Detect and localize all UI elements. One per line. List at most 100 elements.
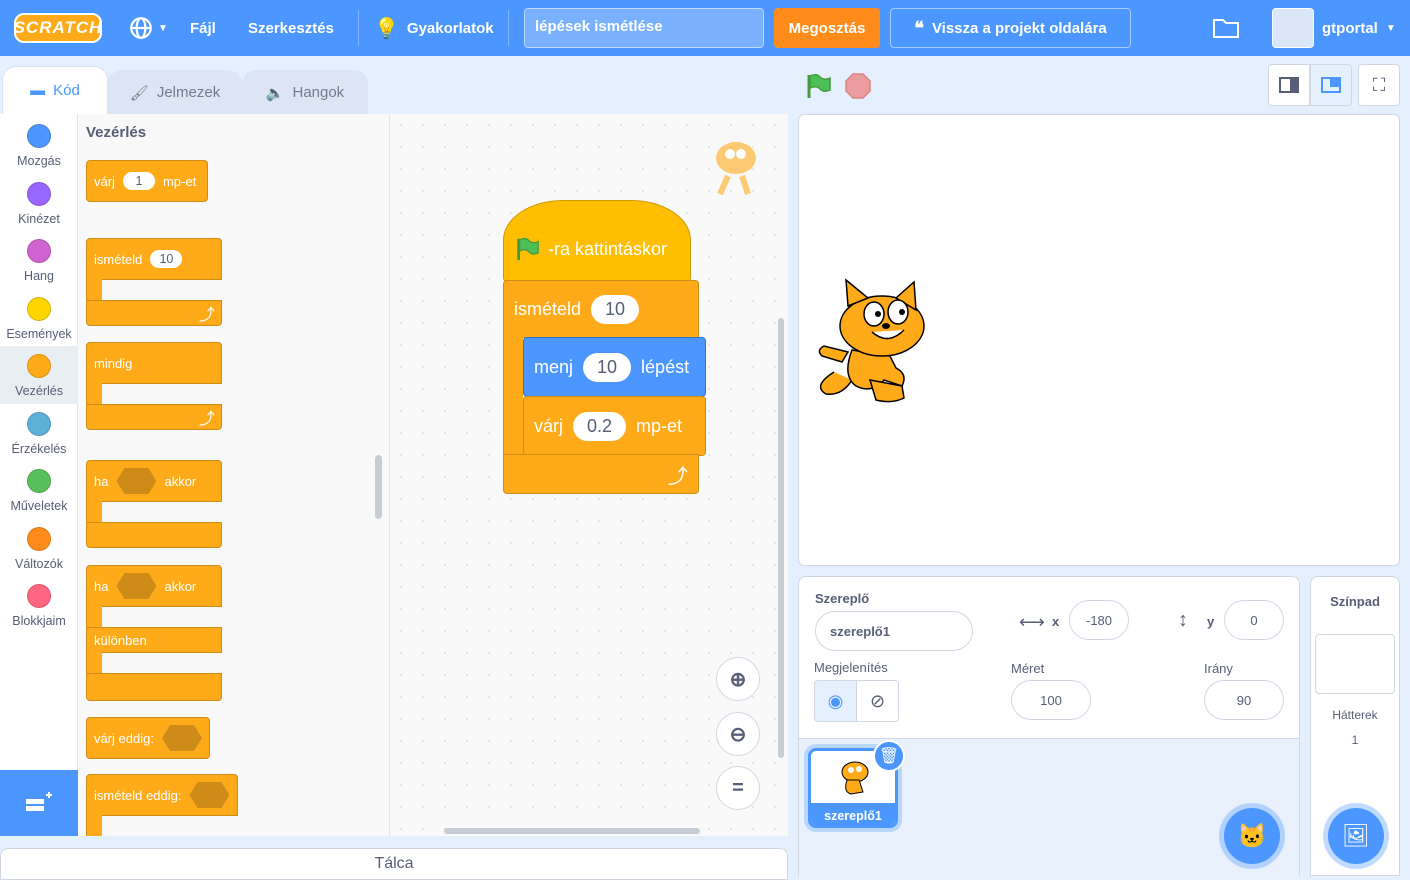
divider: [358, 10, 359, 46]
category-color-icon: [27, 296, 51, 321]
choose-backdrop-button[interactable]: 🖼: [1328, 808, 1384, 864]
condition-slot[interactable]: [116, 468, 157, 494]
workspace-vertical-scrollbar[interactable]: [778, 318, 784, 758]
file-menu[interactable]: Fájl: [190, 0, 216, 56]
tab-code[interactable]: ▬ Kód: [2, 66, 108, 114]
eye-icon: ◉: [827, 690, 844, 711]
see-project-icon: ❝: [914, 17, 924, 38]
wait-input[interactable]: 1: [122, 172, 155, 190]
if-else-block[interactable]: ha akkor: [86, 565, 222, 607]
sprite-cat[interactable]: [812, 276, 936, 411]
repeat-arm: [503, 337, 523, 455]
category-color-icon: [27, 526, 51, 551]
if-then-block[interactable]: ha akkor: [86, 460, 222, 502]
edit-menu[interactable]: Szerkesztés: [248, 0, 334, 56]
then-label: akkor: [164, 473, 197, 489]
project-title-input[interactable]: lépések ismétlése: [524, 8, 764, 48]
category-érzékelés[interactable]: Érzékelés: [0, 404, 78, 462]
y-label: y: [1207, 614, 1215, 629]
share-button[interactable]: Megosztás: [774, 8, 880, 48]
wait-block[interactable]: várj 0.2 mp-et: [523, 396, 706, 456]
zoom-out-button[interactable]: ⊖: [716, 712, 760, 756]
if-else-arm: [86, 606, 102, 628]
wait-label: várj: [94, 173, 115, 189]
workspace-horizontal-scrollbar[interactable]: [444, 828, 700, 834]
when-flag-clicked-content: -ra kattintáskor: [514, 236, 667, 262]
category-color-icon: [27, 411, 51, 436]
show-sprite-button[interactable]: ◉: [814, 680, 857, 722]
fullscreen-button[interactable]: ⛶: [1358, 64, 1400, 106]
username: gtportal: [1322, 19, 1378, 37]
tutorials-menu[interactable]: 💡 Gyakorlatok: [374, 0, 494, 56]
see-project-page-button[interactable]: ❝ Vissza a projekt oldalára: [890, 8, 1131, 48]
repeat-count-input[interactable]: 10: [591, 294, 640, 324]
category-mozgás[interactable]: Mozgás: [0, 116, 78, 174]
loop-arrow-icon: ⤴: [668, 465, 688, 488]
repeat-block[interactable]: ismételd 10: [503, 280, 699, 338]
condition-slot[interactable]: [116, 573, 157, 599]
normal-stage-icon: [1321, 77, 1341, 93]
repeat-input[interactable]: 10: [150, 250, 183, 268]
show-label: Megjelenítés: [814, 660, 888, 675]
scratch-logo[interactable]: SCRATCH: [14, 13, 102, 43]
fullscreen-icon: ⛶: [1372, 74, 1386, 95]
if-bottom: [86, 522, 222, 548]
category-vezérlés[interactable]: Vezérlés: [0, 346, 78, 404]
condition-slot[interactable]: [161, 725, 202, 751]
avatar[interactable]: [1272, 8, 1314, 48]
wait-block[interactable]: várj 1 mp-et: [86, 160, 208, 202]
category-változók[interactable]: Változók: [0, 519, 78, 577]
wait-until-block[interactable]: várj eddig:: [86, 717, 210, 759]
repeat-until-block[interactable]: ismételd eddig:: [86, 774, 238, 816]
speaker-icon: 🔈: [265, 84, 285, 102]
backpack[interactable]: Tálca: [0, 848, 788, 880]
x-position-input[interactable]: -180: [1069, 600, 1129, 640]
tab-code-label: Kód: [53, 82, 80, 99]
forever-block[interactable]: mindig: [86, 342, 222, 384]
tab-costumes[interactable]: 🖌 Jelmezek: [108, 70, 242, 114]
palette-scrollbar[interactable]: [375, 455, 382, 519]
else-section: különben: [86, 627, 222, 653]
category-műveletek[interactable]: Műveletek: [0, 461, 78, 519]
backdrops-count: 1: [1351, 733, 1359, 747]
account-menu[interactable]: gtportal ▼: [1322, 0, 1396, 56]
wait-seconds-input[interactable]: 0.2: [573, 411, 627, 441]
y-position-input[interactable]: 0: [1224, 600, 1284, 640]
wait-label: várj: [534, 415, 564, 436]
category-események[interactable]: Események: [0, 289, 78, 347]
delete-sprite-button[interactable]: 🗑: [873, 740, 905, 772]
category-kinézet[interactable]: Kinézet: [0, 174, 78, 232]
choose-sprite-button[interactable]: 🐱: [1224, 808, 1280, 864]
direction-label: Irány: [1204, 661, 1233, 676]
move-steps-input[interactable]: 10: [583, 352, 632, 382]
tab-sounds[interactable]: 🔈 Hangok: [242, 70, 368, 114]
move-steps-block[interactable]: menj 10 lépést: [523, 337, 706, 397]
normal-stage-button[interactable]: [1310, 64, 1352, 106]
zoom-in-button[interactable]: ⊕: [716, 657, 760, 701]
my-stuff-folder-icon[interactable]: [1212, 0, 1240, 56]
category-label: Blokkjaim: [12, 614, 66, 628]
small-stage-button[interactable]: [1268, 64, 1310, 106]
green-flag-icon: [517, 237, 539, 261]
add-backdrop-icon: 🖼: [1342, 823, 1370, 848]
hide-sprite-button[interactable]: ⊘: [856, 680, 899, 722]
zoom-reset-button[interactable]: =: [716, 766, 760, 810]
hat-label: -ra kattintáskor: [548, 238, 668, 259]
condition-slot[interactable]: [189, 782, 230, 808]
vertical-arrows-icon: ↕: [1178, 609, 1188, 631]
direction-input[interactable]: 90: [1204, 680, 1284, 720]
sprite-name-input[interactable]: szereplő1: [815, 611, 973, 651]
eye-slash-icon: ⊘: [869, 690, 886, 711]
add-extension-button[interactable]: [0, 770, 78, 836]
repeat-block[interactable]: ismételd 10: [86, 238, 222, 280]
category-hang[interactable]: Hang: [0, 231, 78, 289]
tab-costumes-label: Jelmezek: [156, 84, 221, 101]
stage-thumbnail[interactable]: [1315, 634, 1395, 694]
category-blokkjaim[interactable]: Blokkjaim: [0, 576, 78, 634]
add-sprite-cat-icon: 🐱: [1237, 822, 1267, 850]
language-menu[interactable]: ▼: [128, 0, 168, 56]
size-input[interactable]: 100: [1011, 680, 1091, 720]
stop-icon[interactable]: [844, 72, 872, 105]
tutorials-label: Gyakorlatok: [406, 19, 494, 37]
green-flag-icon[interactable]: [804, 72, 832, 105]
